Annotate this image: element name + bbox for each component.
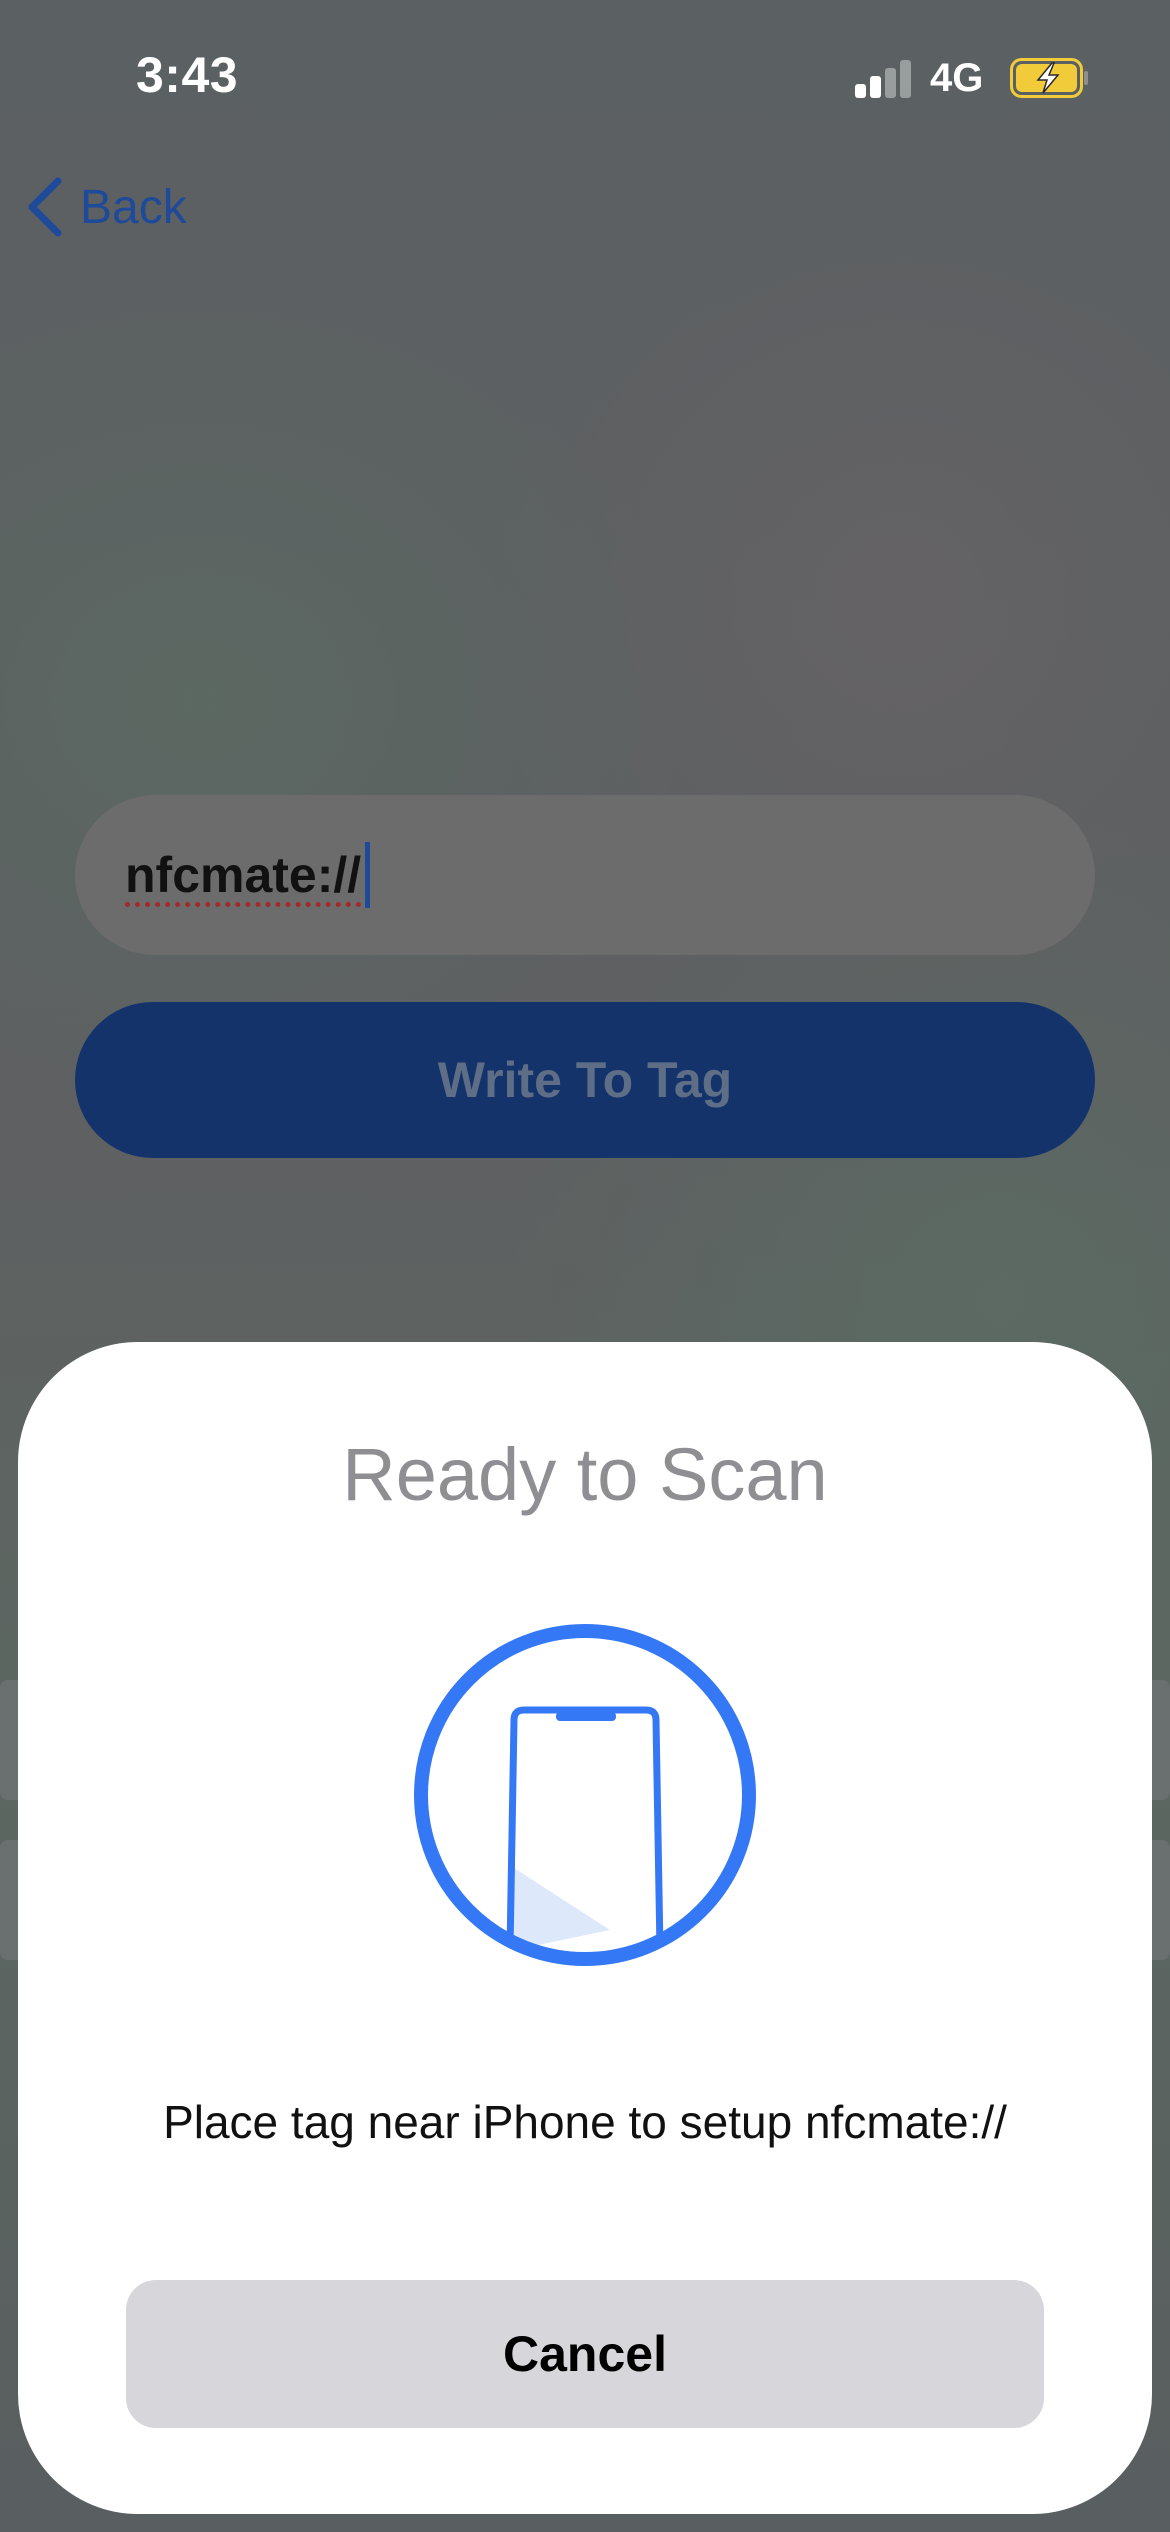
url-input-value: nfcmate:// <box>125 847 362 903</box>
write-to-tag-label: Write To Tag <box>437 1052 733 1108</box>
scan-sheet-title: Ready to Scan <box>342 1433 828 1516</box>
url-input[interactable]: nfcmate:// <box>75 795 1095 955</box>
battery-charging-icon <box>1010 58 1088 98</box>
cellular-signal-icon <box>855 60 913 98</box>
back-label: Back <box>80 180 187 234</box>
phone-scan-icon <box>414 1624 756 1966</box>
status-time: 3:43 <box>136 47 239 103</box>
text-caret <box>365 842 371 908</box>
scan-sheet-message: Place tag near iPhone to setup nfcmate:/… <box>163 2096 1007 2148</box>
cancel-label: Cancel <box>503 2326 667 2382</box>
network-type: 4G <box>930 56 984 100</box>
chevron-left-icon <box>28 177 62 237</box>
back-button[interactable]: Back <box>26 172 187 242</box>
status-bar: 3:43 4G <box>0 0 1170 150</box>
cancel-button[interactable]: Cancel <box>126 2280 1044 2428</box>
write-to-tag-button[interactable]: Write To Tag <box>75 1002 1095 1158</box>
